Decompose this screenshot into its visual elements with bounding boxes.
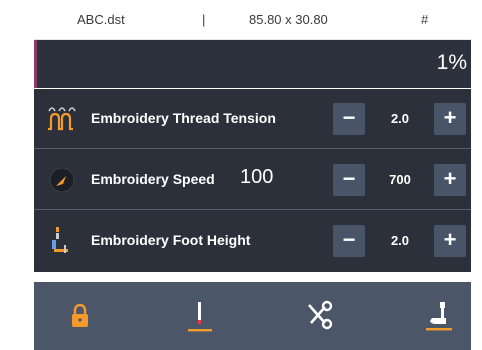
progress-percent: 1% [436,51,467,74]
decrease-foot-height-button[interactable]: − [333,225,365,257]
decrease-speed-button[interactable]: − [333,164,365,196]
lock-icon[interactable] [60,296,100,336]
setting-row-thread-tension: Embroidery Thread Tension − 2.0 + [34,89,471,149]
setting-label: Embroidery Speed [91,171,215,187]
file-name: ABC.dst [77,12,125,27]
settings-panel: Embroidery Thread Tension − 2.0 + Embroi… [34,89,471,272]
thread-tension-value: 2.0 [390,111,410,126]
foot-height-icon [46,225,80,257]
increase-speed-button[interactable]: + [434,164,466,196]
setting-row-speed: Embroidery Speed 100 − 700 + [34,150,471,210]
increase-thread-tension-button[interactable]: + [434,103,466,135]
progress-row: 1% [34,40,471,88]
scissors-icon[interactable] [300,296,340,336]
setting-row-foot-height: Embroidery Foot Height − 2.0 + [34,211,471,271]
setting-label: Embroidery Foot Height [91,232,251,248]
decrease-thread-tension-button[interactable]: − [333,103,365,135]
file-info-bar: ABC.dst | 85.80 x 30.80 # [34,0,471,40]
speed-gauge-icon [46,164,80,196]
increase-foot-height-button[interactable]: + [434,225,466,257]
design-dimensions: 85.80 x 30.80 [249,12,328,27]
hash-label: # [421,12,429,27]
speed-value: 700 [389,172,411,187]
bottom-toolbar [34,282,471,350]
foot-height-value: 2.0 [390,233,410,248]
thread-tension-icon [46,103,80,135]
presser-foot-icon[interactable] [418,296,458,336]
info-separator: | [202,12,206,27]
setting-label: Embroidery Thread Tension [91,110,276,126]
speed-large-value: 100 [240,166,274,188]
needle-icon[interactable] [180,296,220,336]
